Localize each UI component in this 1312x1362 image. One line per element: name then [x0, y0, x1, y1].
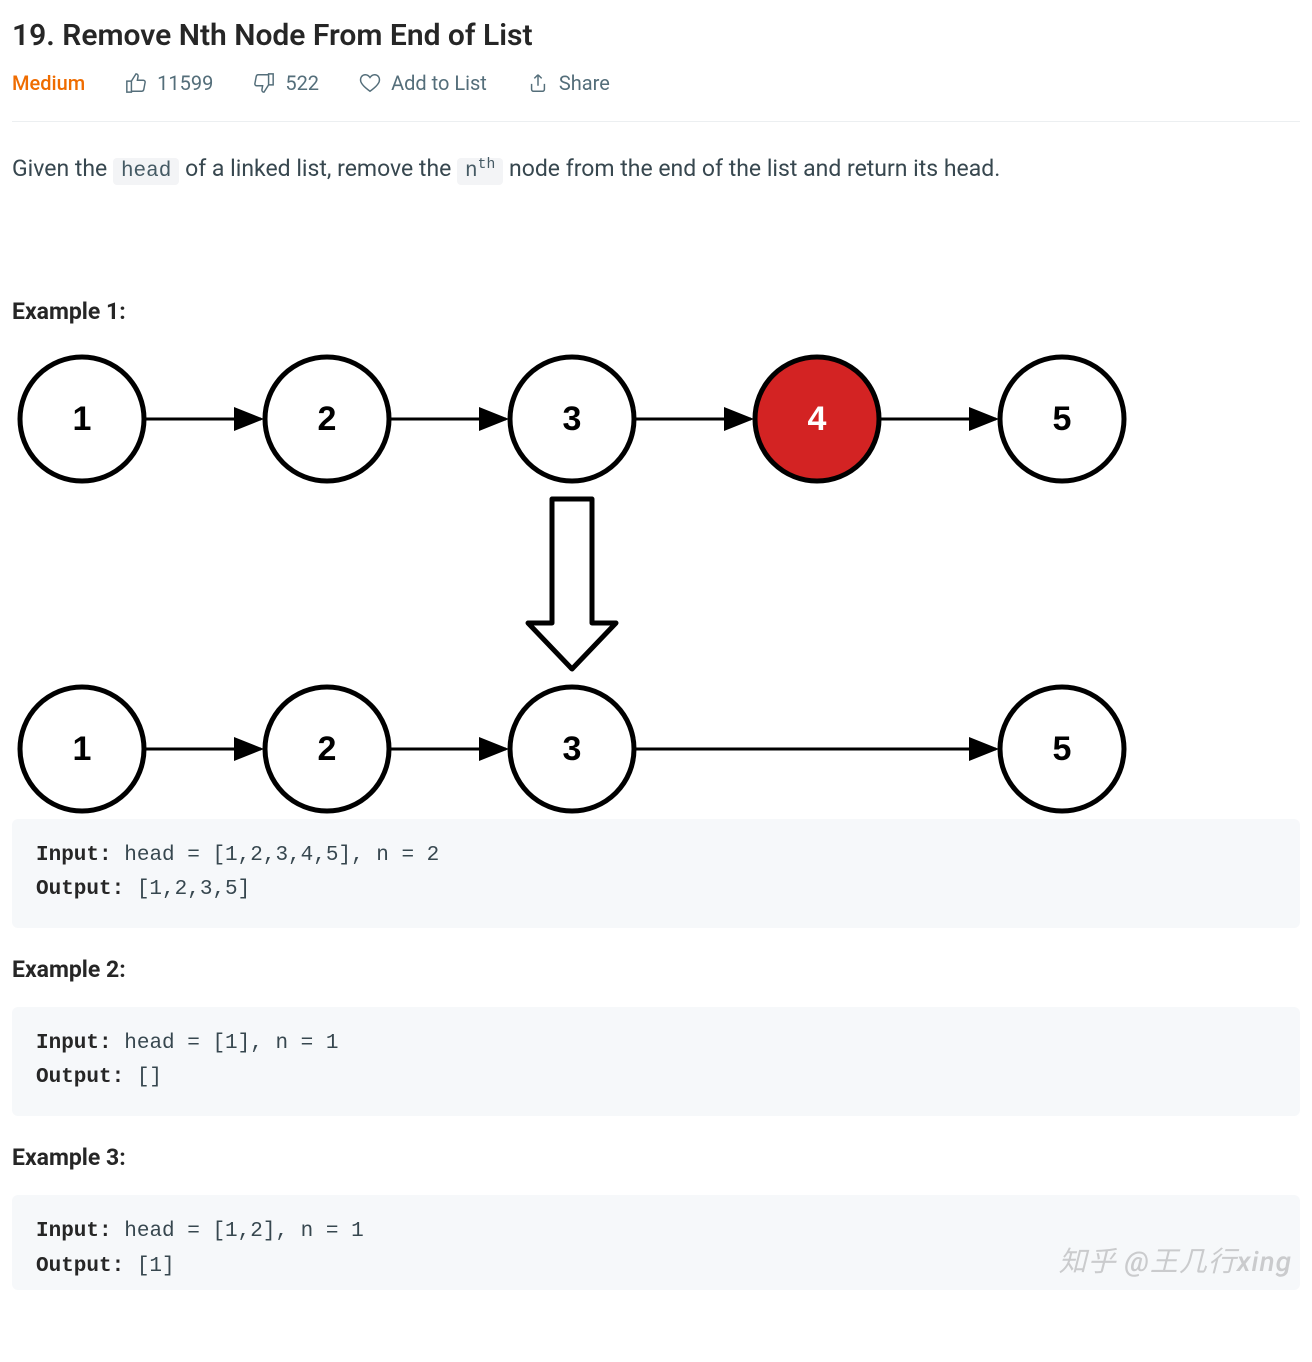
svg-text:3: 3: [563, 730, 582, 768]
svg-text:1: 1: [73, 400, 92, 438]
add-to-list-button[interactable]: Add to List: [359, 71, 487, 95]
svg-text:1: 1: [73, 730, 92, 768]
example-1-heading: Example 1:: [12, 298, 1300, 325]
svg-text:2: 2: [318, 400, 337, 438]
thumbs-up-icon: [125, 72, 147, 94]
example-1-code: Input: head = [1,2,3,4,5], n = 2 Output:…: [12, 819, 1300, 928]
heart-icon: [359, 72, 381, 94]
dislikes-button[interactable]: 522: [253, 71, 319, 95]
example-2-code: Input: head = [1], n = 1 Output: []: [12, 1007, 1300, 1116]
svg-text:5: 5: [1053, 730, 1072, 768]
example-2-heading: Example 2:: [12, 956, 1300, 983]
likes-button[interactable]: 11599: [125, 71, 213, 95]
code-nth: nth: [457, 158, 503, 185]
share-button[interactable]: Share: [527, 71, 610, 95]
dislikes-count: 522: [285, 71, 319, 95]
difficulty-badge: Medium: [12, 71, 85, 95]
add-to-list-label: Add to List: [391, 71, 487, 95]
thumbs-down-icon: [253, 72, 275, 94]
share-label: Share: [559, 71, 610, 95]
problem-description: Given the head of a linked list, remove …: [12, 152, 1300, 188]
svg-text:4: 4: [808, 400, 827, 438]
svg-text:3: 3: [563, 400, 582, 438]
svg-text:2: 2: [318, 730, 337, 768]
likes-count: 11599: [157, 71, 213, 95]
example-1-diagram: 1 2 3 4 5 1 2 3 5: [12, 349, 1300, 819]
svg-text:5: 5: [1053, 400, 1072, 438]
meta-bar: Medium 11599 522 Add to List Share: [12, 71, 1300, 122]
example-3-code: Input: head = [1,2], n = 1 Output: [1]: [12, 1195, 1300, 1290]
share-icon: [527, 72, 549, 94]
problem-title: 19. Remove Nth Node From End of List: [12, 18, 1300, 53]
example-3-heading: Example 3:: [12, 1144, 1300, 1171]
code-head: head: [113, 158, 179, 185]
